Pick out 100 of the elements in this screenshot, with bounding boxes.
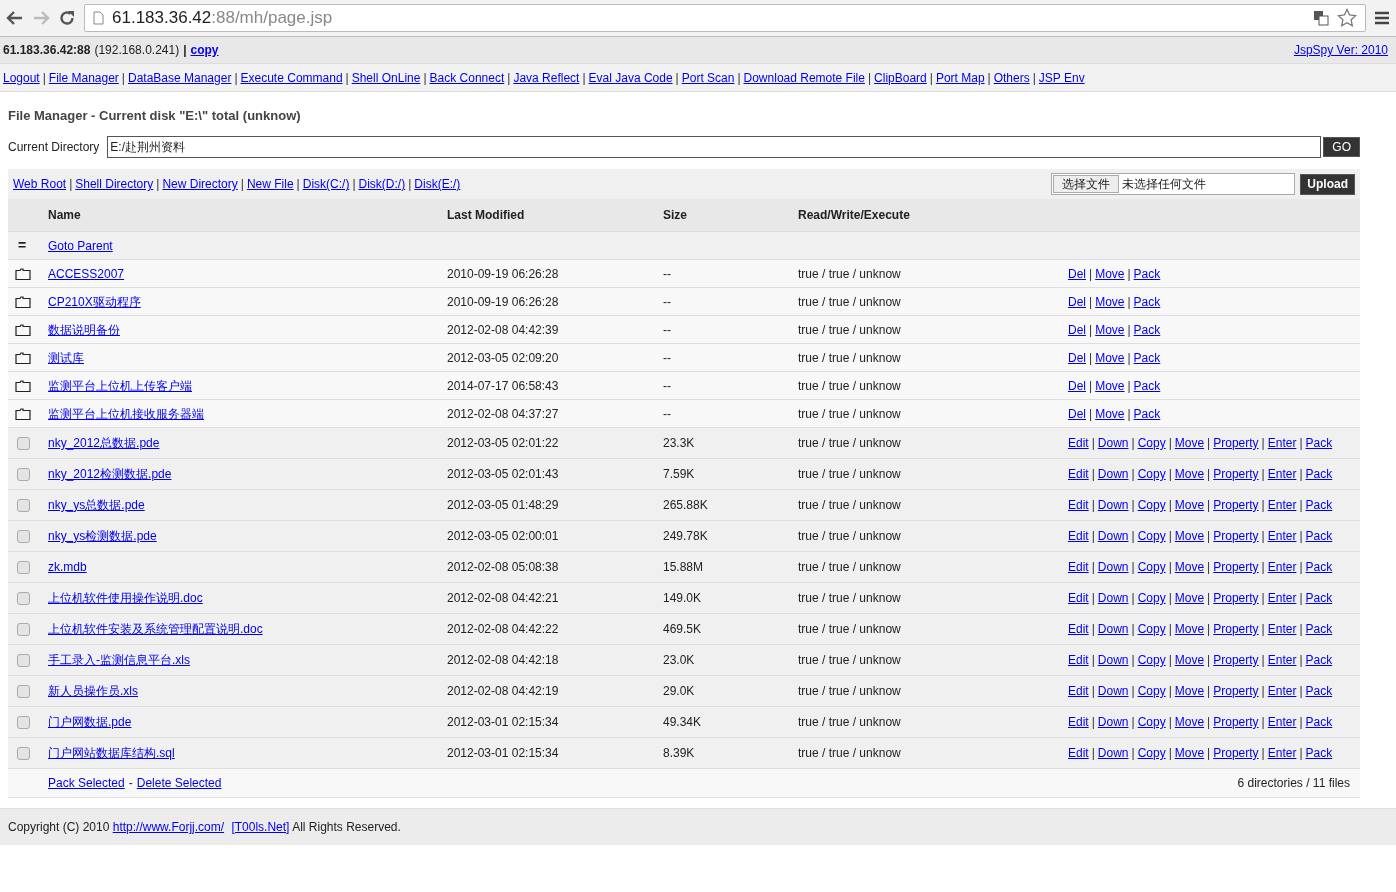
address-bar[interactable]: 61.183.36.42:88/mh/page.jsp	[84, 4, 1366, 32]
tool-link[interactable]: New File	[246, 175, 294, 193]
tool-link[interactable]: Shell Directory	[75, 175, 154, 193]
action-link[interactable]: Move	[1174, 465, 1205, 483]
tool-link[interactable]: Web Root	[13, 175, 67, 193]
action-link[interactable]: Pack	[1133, 320, 1161, 339]
action-link[interactable]: Copy	[1137, 465, 1166, 483]
action-link[interactable]: Pack	[1133, 404, 1161, 423]
action-link[interactable]: Property	[1213, 589, 1259, 607]
action-link[interactable]: Copy	[1137, 651, 1166, 669]
back-icon[interactable]	[6, 9, 24, 27]
upload-button[interactable]: Upload	[1300, 173, 1355, 195]
action-link[interactable]: Del	[1068, 320, 1086, 339]
action-link[interactable]: Down	[1097, 651, 1129, 669]
row-checkbox[interactable]	[17, 467, 30, 481]
action-link[interactable]: Copy	[1137, 496, 1166, 514]
tool-link[interactable]: Disk(E:/)	[414, 175, 461, 193]
row-checkbox[interactable]	[17, 436, 30, 450]
action-link[interactable]: Copy	[1137, 434, 1166, 452]
action-link[interactable]: Move	[1174, 713, 1205, 731]
action-link[interactable]: Copy	[1137, 589, 1166, 607]
row-checkbox[interactable]	[17, 653, 30, 667]
action-link[interactable]: Move	[1174, 558, 1205, 576]
action-link[interactable]: Property	[1213, 465, 1259, 483]
action-link[interactable]: Pack	[1305, 558, 1333, 576]
action-link[interactable]: Property	[1213, 527, 1259, 545]
file-link[interactable]: nky_ys检测数据.pde	[48, 527, 157, 545]
action-link[interactable]: Enter	[1267, 465, 1297, 483]
nav-link[interactable]: DataBase Manager	[128, 68, 232, 87]
nav-link[interactable]: Port Map	[935, 68, 985, 87]
action-link[interactable]: Edit	[1068, 527, 1089, 545]
action-link[interactable]: Copy	[1137, 744, 1166, 762]
action-link[interactable]: Pack	[1305, 682, 1333, 700]
nav-link[interactable]: Logout	[3, 68, 40, 87]
row-checkbox[interactable]	[17, 746, 30, 760]
action-link[interactable]: Down	[1097, 682, 1129, 700]
row-checkbox[interactable]	[17, 529, 30, 543]
action-link[interactable]: Pack	[1305, 527, 1333, 545]
row-checkbox[interactable]	[17, 622, 30, 636]
action-link[interactable]: Down	[1097, 527, 1129, 545]
action-link[interactable]: Pack	[1133, 348, 1161, 367]
action-link[interactable]: Enter	[1267, 620, 1297, 638]
action-link[interactable]: Move	[1174, 527, 1205, 545]
choose-file-button[interactable]: 选择文件	[1053, 175, 1120, 193]
row-checkbox[interactable]	[17, 715, 30, 729]
go-button[interactable]: GO	[1323, 137, 1360, 157]
action-link[interactable]: Edit	[1068, 496, 1089, 514]
action-link[interactable]: Down	[1097, 589, 1129, 607]
action-link[interactable]: Property	[1213, 682, 1259, 700]
action-link[interactable]: Pack	[1305, 465, 1333, 483]
action-link[interactable]: Edit	[1068, 651, 1089, 669]
row-checkbox[interactable]	[17, 591, 30, 605]
action-link[interactable]: Enter	[1267, 527, 1297, 545]
tool-link[interactable]: New Directory	[162, 175, 238, 193]
action-link[interactable]: Edit	[1068, 589, 1089, 607]
action-link[interactable]: Enter	[1267, 589, 1297, 607]
folder-link[interactable]: 测试库	[48, 348, 84, 367]
action-link[interactable]: Property	[1213, 744, 1259, 762]
file-link[interactable]: nky_ys总数据.pde	[48, 496, 145, 514]
action-link[interactable]: Move	[1174, 589, 1205, 607]
delete-selected-link[interactable]: Delete Selected	[136, 774, 222, 792]
nav-link[interactable]: Execute Command	[240, 68, 343, 87]
file-link[interactable]: nky_2012总数据.pde	[48, 434, 160, 452]
action-link[interactable]: Copy	[1137, 713, 1166, 731]
action-link[interactable]: Enter	[1267, 682, 1297, 700]
nav-link[interactable]: Others	[993, 68, 1030, 87]
action-link[interactable]: Copy	[1137, 558, 1166, 576]
action-link[interactable]: Enter	[1267, 496, 1297, 514]
folder-link[interactable]: 数据说明备份	[48, 320, 120, 339]
action-link[interactable]: Property	[1213, 558, 1259, 576]
action-link[interactable]: Move	[1095, 320, 1125, 339]
action-link[interactable]: Property	[1213, 434, 1259, 452]
action-link[interactable]: Move	[1174, 682, 1205, 700]
file-link[interactable]: 上位机软件使用操作说明.doc	[48, 589, 203, 607]
action-link[interactable]: Down	[1097, 558, 1129, 576]
file-link[interactable]: 门户网站数据库结构.sql	[48, 744, 175, 762]
action-link[interactable]: Del	[1068, 348, 1086, 367]
action-link[interactable]: Move	[1095, 264, 1125, 283]
action-link[interactable]: Down	[1097, 744, 1129, 762]
action-link[interactable]: Enter	[1267, 713, 1297, 731]
action-link[interactable]: Move	[1095, 404, 1125, 423]
action-link[interactable]: Pack	[1133, 376, 1161, 395]
action-link[interactable]: Pack	[1305, 620, 1333, 638]
action-link[interactable]: Pack	[1305, 496, 1333, 514]
action-link[interactable]: Move	[1174, 744, 1205, 762]
nav-link[interactable]: Eval Java Code	[588, 68, 673, 87]
action-link[interactable]: Down	[1097, 496, 1129, 514]
action-link[interactable]: Pack	[1305, 434, 1333, 452]
action-link[interactable]: Down	[1097, 434, 1129, 452]
action-link[interactable]: Pack	[1305, 589, 1333, 607]
file-link[interactable]: 门户网数据.pde	[48, 713, 132, 731]
action-link[interactable]: Edit	[1068, 558, 1089, 576]
nav-link[interactable]: JSP Env	[1038, 68, 1085, 87]
action-link[interactable]: Move	[1095, 376, 1125, 395]
action-link[interactable]: Edit	[1068, 744, 1089, 762]
action-link[interactable]: Del	[1068, 264, 1086, 283]
action-link[interactable]: Copy	[1137, 682, 1166, 700]
action-link[interactable]: Del	[1068, 292, 1086, 311]
action-link[interactable]: Enter	[1267, 651, 1297, 669]
file-link[interactable]: zk.mdb	[48, 558, 87, 576]
